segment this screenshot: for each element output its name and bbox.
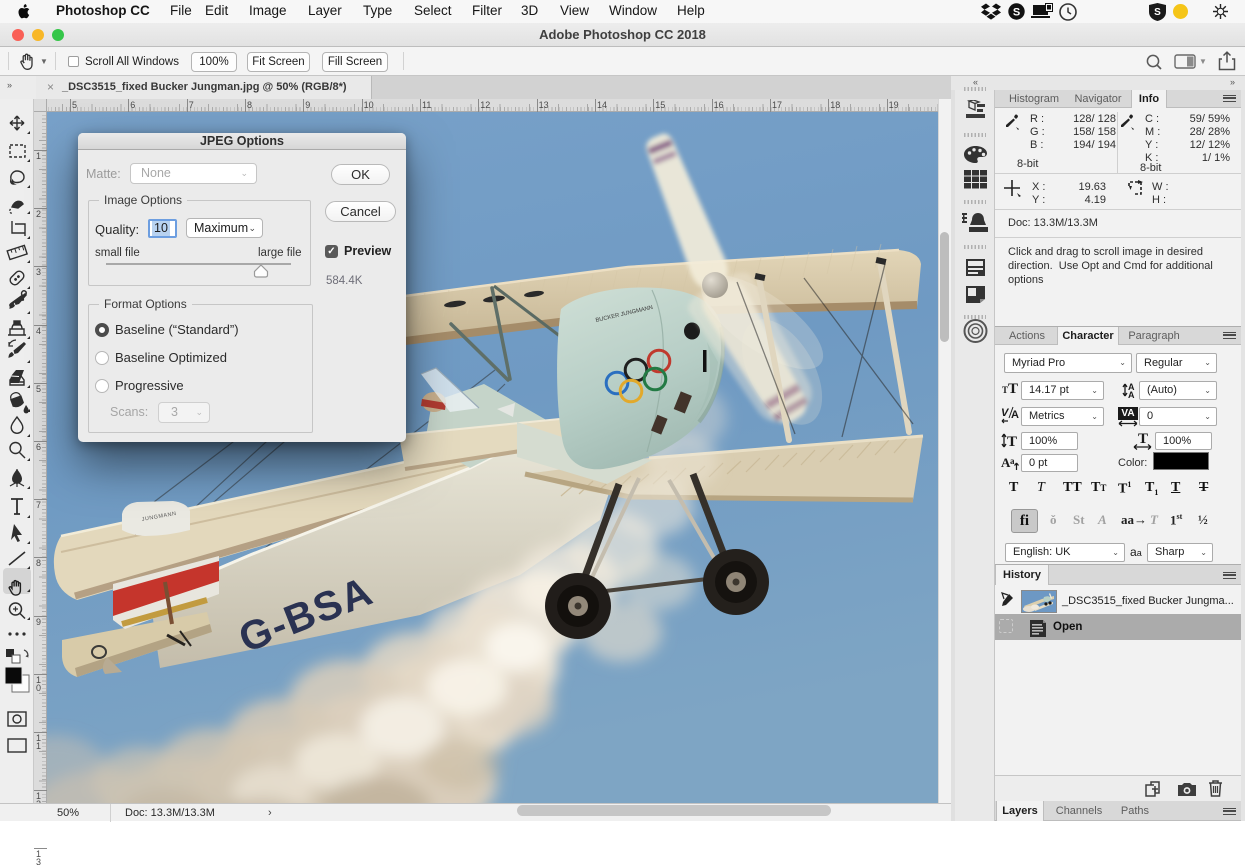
svg-text:S: S	[1013, 7, 1020, 19]
svg-text:T: T	[1007, 434, 1017, 450]
svg-text:T: T	[1138, 431, 1148, 447]
svg-text:A: A	[1011, 409, 1019, 421]
svg-text:V: V	[1001, 407, 1010, 419]
svg-text:A: A	[1128, 390, 1135, 399]
svg-text:S: S	[1154, 7, 1161, 18]
svg-text:a: a	[1010, 456, 1015, 466]
